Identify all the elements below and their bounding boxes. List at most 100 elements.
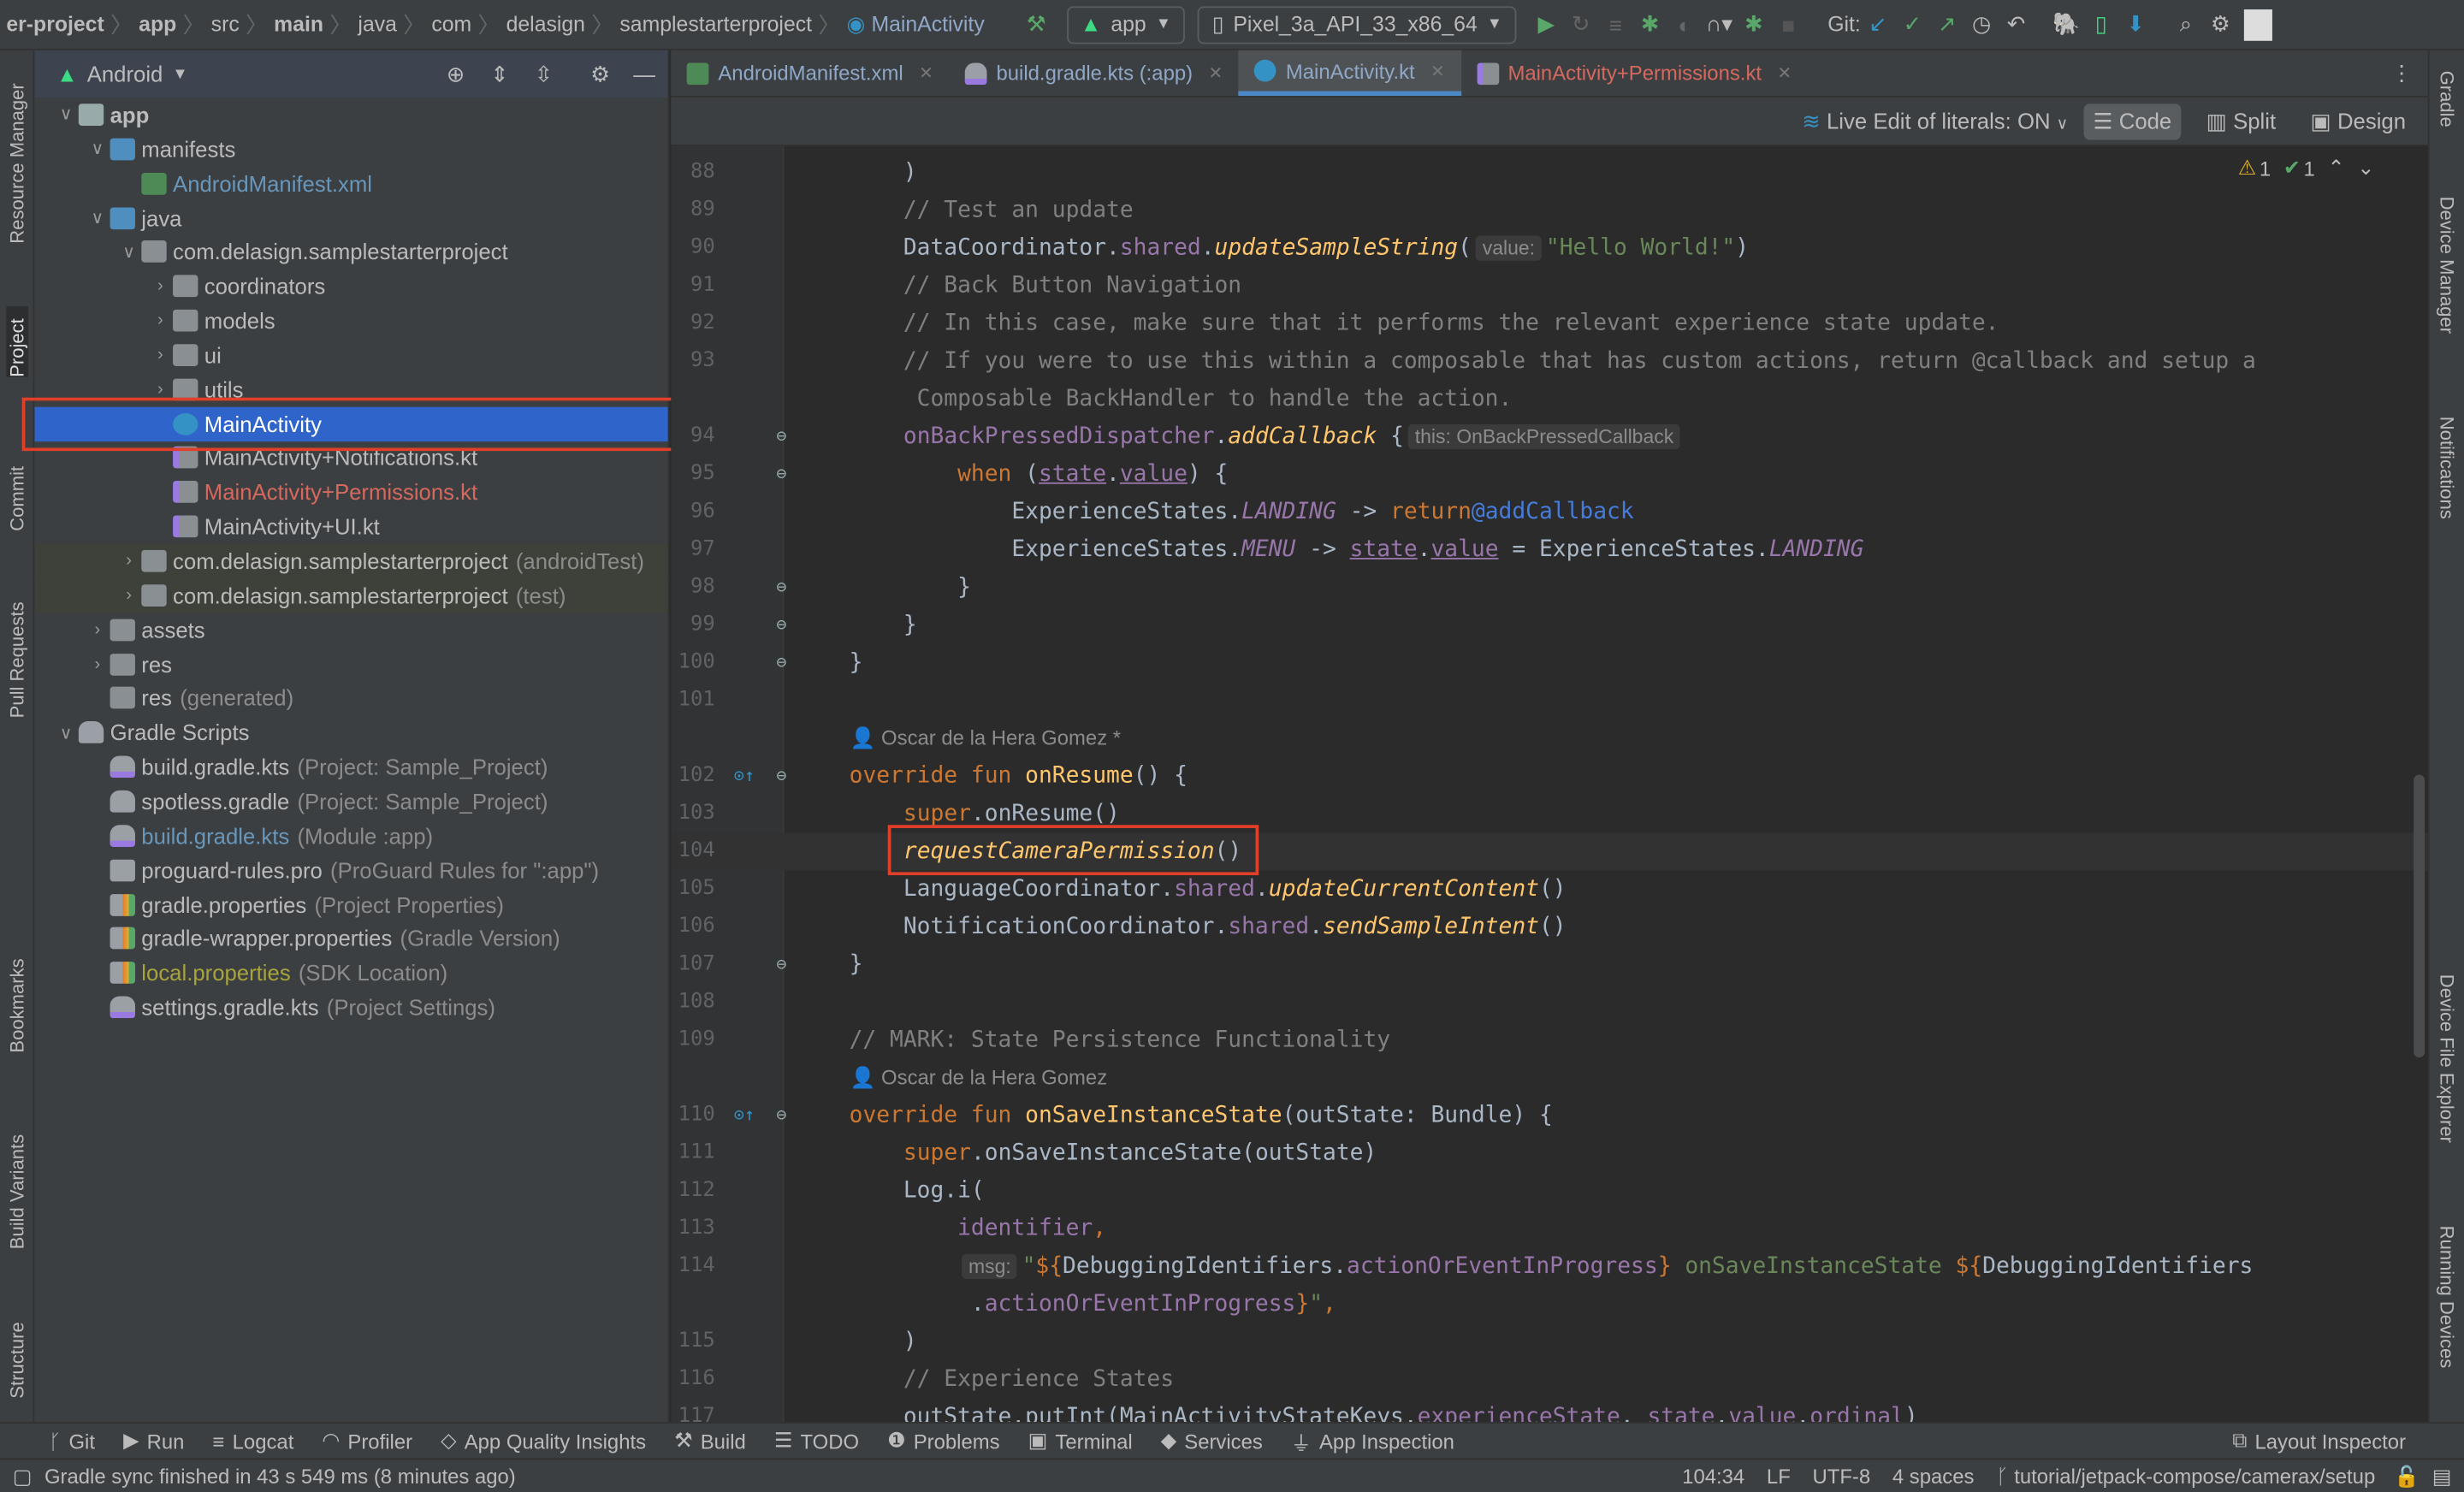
chevron-down-icon[interactable]: ▼ (172, 65, 187, 82)
tree-item[interactable]: › com.delasign.samplestarterproject (test) (34, 577, 668, 613)
mode-design-button[interactable]: ▣ Design (2301, 103, 2415, 139)
breadcrumb-item[interactable]: er-project (0, 13, 110, 37)
lock-icon[interactable]: 🔓 (2394, 1464, 2420, 1489)
tool-window-bookmarks[interactable]: Bookmarks (6, 927, 28, 1052)
fold-icon[interactable]: ⊖ (776, 456, 786, 494)
tree-item[interactable]: MainActivity+Notifications.kt (34, 441, 667, 475)
device-select[interactable]: ▯ Pixel_3a_API_33_x86_64 ▼ (1198, 5, 1517, 44)
close-icon[interactable]: ✕ (1208, 62, 1223, 83)
tree-item[interactable]: › assets (34, 613, 667, 647)
tool-window-notifications[interactable]: Notifications (2436, 417, 2458, 519)
live-edit-toggle[interactable]: ≋ Live Edit of literals: ON ∨ (1802, 108, 2068, 134)
sdk-manager-icon[interactable]: ⬇ (2118, 11, 2153, 38)
attach-debugger-icon[interactable]: ◐ (1667, 12, 1702, 37)
rollback-icon[interactable]: ↶ (1999, 11, 2033, 38)
indent-setting[interactable]: 4 spaces (1892, 1465, 1975, 1489)
tree-item[interactable]: local.properties (SDK Location) (34, 956, 667, 990)
tree-item[interactable]: spotless.gradle (Project: Sample_Project) (34, 784, 667, 819)
device-manager-icon[interactable]: ▯ (2084, 11, 2118, 38)
tool-window-project[interactable]: Project (6, 306, 29, 377)
locate-icon[interactable]: ⊕ (438, 61, 472, 87)
code-editor[interactable]: 88 ) 89 // Test an update 90 DataCoordinat… (671, 145, 2428, 1423)
breadcrumb-item[interactable]: src (204, 13, 246, 37)
chevron-down-icon[interactable]: ∨ (118, 242, 140, 262)
tool-window-build-variants[interactable]: Build Variants (6, 1100, 28, 1249)
editor-tab[interactable]: MainActivity+Permissions.kt ✕ (1460, 50, 1807, 96)
toggle-tool-windows-icon[interactable]: ▢ (0, 1464, 44, 1489)
breadcrumb-item[interactable]: samplestarterproject (613, 13, 818, 37)
project-view-select[interactable]: Android (87, 62, 163, 86)
tree-item[interactable]: ∨ java (34, 200, 667, 234)
tool-git-button[interactable]: ᚴ Git (34, 1426, 109, 1456)
fold-icon[interactable]: ⊖ (776, 644, 786, 682)
stop-icon[interactable]: ■ (1771, 12, 1805, 37)
tool-window-commit[interactable]: Commit (6, 437, 28, 531)
git-update-icon[interactable]: ↙ (1861, 11, 1895, 38)
tool-todo-button[interactable]: ☰ TODO (760, 1426, 873, 1456)
tool-window-pull-requests[interactable]: Pull Requests (6, 569, 28, 718)
fold-icon[interactable]: ⊖ (776, 569, 786, 607)
file-encoding[interactable]: UTF-8 (1812, 1465, 1870, 1489)
breadcrumb-item[interactable]: main (268, 13, 330, 37)
tree-item[interactable]: settings.gradle.kts (Project Settings) (34, 990, 667, 1024)
history-icon[interactable]: ◷ (1964, 11, 1999, 38)
tree-item[interactable]: › com.delasign.samplestarterproject (andro… (34, 543, 668, 578)
notifications-icon[interactable]: ▤ (2432, 1464, 2452, 1489)
close-icon[interactable]: ✕ (1777, 62, 1792, 83)
tool-window-resource-manager[interactable]: Resource Manager (6, 71, 28, 244)
gradle-sync-icon[interactable]: 🐘 (2049, 11, 2083, 38)
author-name[interactable]: Oscar de la Hera Gomez * (881, 726, 1121, 750)
breadcrumb-item[interactable]: app (133, 13, 183, 37)
tool-window-gradle[interactable]: Gradle (2436, 71, 2458, 127)
profile-icon[interactable]: ∩▾ (1702, 11, 1736, 38)
breadcrumb-item[interactable]: MainActivity (865, 13, 991, 37)
tree-item[interactable]: gradle-wrapper.properties (Gradle Version… (34, 921, 667, 956)
minimize-icon[interactable]: — (627, 62, 661, 86)
tool-window-running-devices[interactable]: Running Devices (2436, 1226, 2458, 1369)
layout-inspector-button[interactable]: ⧉ Layout Inspector (2218, 1429, 2420, 1454)
tool-app-inspection-button[interactable]: ⏚ App Inspection (1276, 1426, 1468, 1456)
run-icon[interactable]: ▶ (1529, 11, 1563, 38)
tool-terminal-button[interactable]: ▣ Terminal (1014, 1426, 1146, 1456)
more-icon[interactable]: ⋮ (2375, 61, 2428, 86)
apply-changes-icon[interactable]: ↻ (1564, 11, 1598, 38)
debug-icon[interactable]: ✱ (1632, 11, 1667, 38)
chevron-right-icon[interactable]: › (149, 346, 171, 364)
close-icon[interactable]: ✕ (1430, 61, 1445, 81)
tree-item[interactable]: ∨ manifests (34, 132, 667, 166)
avatar[interactable] (2243, 9, 2273, 40)
chevron-right-icon[interactable]: › (118, 552, 140, 571)
expand-all-icon[interactable]: ⇕ (483, 61, 517, 87)
breadcrumb-item[interactable]: delasign (500, 13, 591, 37)
chevron-right-icon[interactable]: › (149, 380, 171, 399)
chevron-right-icon[interactable]: › (86, 654, 109, 673)
tool-profiler-button[interactable]: ◠ Profiler (308, 1426, 427, 1456)
tree-item[interactable]: build.gradle.kts (Project: Sample_Project… (34, 750, 667, 784)
chevron-down-icon[interactable]: ∨ (86, 208, 109, 228)
gear-icon[interactable]: ⚙ (583, 61, 617, 87)
tree-item[interactable]: MainActivity+Permissions.kt (34, 475, 667, 509)
tool-app-quality-insights-button[interactable]: ◇ App Quality Insights (427, 1426, 660, 1456)
fold-icon[interactable]: ⊖ (776, 607, 786, 644)
override-marker-icon[interactable]: ⊙↑ (734, 1097, 755, 1134)
editor-tab[interactable]: MainActivity.kt ✕ (1238, 50, 1461, 97)
collapse-all-icon[interactable]: ⇳ (526, 61, 560, 87)
chevron-right-icon[interactable]: › (149, 311, 171, 330)
chevron-down-icon[interactable]: ∨ (86, 139, 109, 159)
editor-tab[interactable]: build.gradle.kts (:app) ✕ (949, 50, 1238, 96)
mode-split-button[interactable]: ▥ Split (2197, 103, 2286, 139)
chevron-down-icon[interactable]: ∨ (55, 104, 77, 125)
tool-window-device-file-explorer[interactable]: Device File Explorer (2436, 974, 2458, 1143)
tree-item[interactable]: proguard-rules.pro (ProGuard Rules for ":… (34, 853, 667, 887)
tree-item[interactable]: ∨ com.delasign.samplestarterproject (34, 235, 667, 269)
author-name[interactable]: Oscar de la Hera Gomez (881, 1065, 1107, 1089)
override-marker-icon[interactable]: ⊙↑ (734, 757, 755, 795)
tree-item[interactable]: ∨ Gradle Scripts (34, 715, 667, 749)
tree-item[interactable]: gradle.properties (Project Properties) (34, 887, 667, 921)
tool-services-button[interactable]: ◆ Services (1146, 1426, 1276, 1456)
tool-build-button[interactable]: ⚒ Build (660, 1426, 761, 1456)
fold-icon[interactable]: ⊖ (776, 1097, 786, 1134)
tree-item[interactable]: MainActivity (34, 406, 668, 441)
fold-icon[interactable]: ⊖ (776, 946, 786, 984)
fold-icon[interactable]: ⊖ (776, 418, 786, 456)
